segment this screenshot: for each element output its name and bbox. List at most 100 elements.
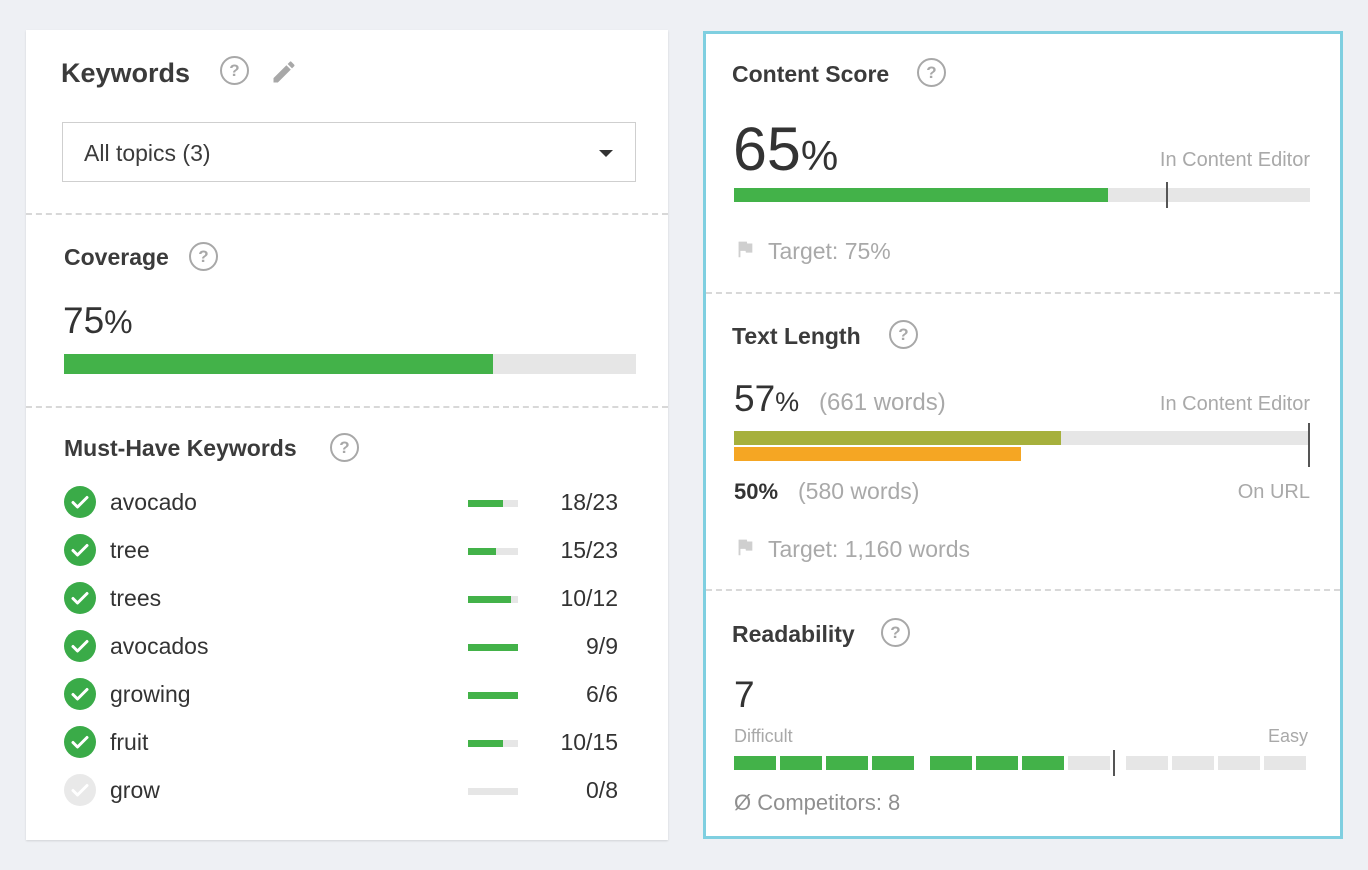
readability-competitors: Ø Competitors: 8 bbox=[734, 790, 901, 815]
check-circle-icon bbox=[64, 582, 96, 614]
keyword-progress-fill bbox=[468, 500, 503, 507]
keyword-progress-bar bbox=[468, 596, 518, 603]
text-length-url-value: 50% bbox=[734, 479, 779, 504]
section-divider bbox=[706, 589, 1340, 591]
text-length-target: Target: 1,160 words bbox=[768, 536, 971, 562]
keyword-label: tree bbox=[110, 537, 150, 563]
readability-segment bbox=[1126, 756, 1168, 770]
readability-segment bbox=[1218, 756, 1260, 770]
keywords-help-icon[interactable]: ? bbox=[220, 56, 249, 85]
keyword-progress-bar bbox=[468, 644, 518, 651]
text-length-caption: In Content Editor bbox=[1159, 393, 1310, 415]
text-length-editor-bar bbox=[734, 431, 1308, 445]
keyword-label: trees bbox=[110, 585, 162, 611]
keyword-label: grow bbox=[110, 777, 160, 803]
must-have-title: Must-Have Keywords bbox=[64, 435, 297, 461]
flag-icon bbox=[734, 238, 756, 265]
keyword-label: avocado bbox=[110, 489, 197, 515]
text-length-words: (661 words) bbox=[819, 389, 946, 416]
keyword-row[interactable]: tree 15/23 bbox=[64, 534, 618, 574]
content-metrics-card: Content Score ? 65% In Content Editor Ta… bbox=[703, 31, 1343, 839]
coverage-bar bbox=[64, 354, 636, 374]
check-circle-icon bbox=[64, 630, 96, 662]
keyword-progress-fill bbox=[468, 596, 511, 603]
readability-segment bbox=[826, 756, 868, 770]
text-length-help-icon[interactable]: ? bbox=[889, 320, 918, 349]
text-length-editor-bar-fill bbox=[734, 431, 1062, 445]
keyword-row[interactable]: avocados 9/9 bbox=[64, 630, 618, 670]
content-score-value: 65% bbox=[733, 115, 839, 183]
keyword-count: 9/9 bbox=[586, 633, 618, 659]
text-length-target-marker bbox=[1308, 423, 1310, 467]
check-circle-icon bbox=[64, 726, 96, 758]
readability-competitor-marker bbox=[1113, 750, 1115, 776]
readability-segment bbox=[780, 756, 822, 770]
content-score-target-marker bbox=[1166, 182, 1168, 208]
check-circle-icon bbox=[64, 486, 96, 518]
keyword-count: 18/23 bbox=[560, 489, 618, 515]
keyword-row[interactable]: avocado 18/23 bbox=[64, 486, 618, 526]
readability-right-label: Easy bbox=[1267, 726, 1308, 746]
keyword-progress-bar bbox=[468, 548, 518, 555]
readability-segment bbox=[1264, 756, 1306, 770]
coverage-title: Coverage bbox=[64, 244, 169, 270]
readability-segment bbox=[976, 756, 1018, 770]
check-circle-icon bbox=[64, 678, 96, 710]
keyword-progress-fill bbox=[468, 692, 518, 699]
readability-segment bbox=[930, 756, 972, 770]
readability-segment bbox=[1022, 756, 1064, 770]
keyword-row[interactable]: trees 10/12 bbox=[64, 582, 618, 622]
keyword-row[interactable]: grow 0/8 bbox=[64, 774, 618, 814]
content-score-title: Content Score bbox=[732, 61, 890, 87]
keywords-card: Keywords ? All topics (3) Coverage ? 75%… bbox=[26, 30, 668, 840]
text-length-url-bar bbox=[734, 447, 1308, 461]
content-score-target: Target: 75% bbox=[768, 238, 891, 264]
topics-dropdown-value: All topics (3) bbox=[84, 140, 211, 166]
keyword-progress-fill bbox=[468, 548, 496, 555]
readability-segment bbox=[1172, 756, 1214, 770]
readability-segment bbox=[872, 756, 914, 770]
readability-segment bbox=[1068, 756, 1110, 770]
readability-segment bbox=[734, 756, 776, 770]
chevron-down-icon bbox=[599, 150, 613, 157]
content-score-help-icon[interactable]: ? bbox=[917, 58, 946, 87]
keyword-label: fruit bbox=[110, 729, 149, 755]
readability-left-label: Difficult bbox=[734, 726, 793, 746]
check-circle-icon bbox=[64, 534, 96, 566]
content-score-bar-fill bbox=[734, 188, 1109, 202]
topics-dropdown[interactable]: All topics (3) bbox=[62, 122, 636, 182]
content-score-caption: In Content Editor bbox=[1159, 149, 1310, 171]
readability-title: Readability bbox=[732, 621, 855, 647]
keywords-title: Keywords bbox=[61, 58, 191, 88]
coverage-help-icon[interactable]: ? bbox=[189, 242, 218, 271]
section-divider bbox=[26, 213, 668, 215]
readability-help-icon[interactable]: ? bbox=[881, 618, 910, 647]
text-length-title: Text Length bbox=[732, 323, 861, 349]
keyword-progress-bar bbox=[468, 788, 518, 795]
keyword-count: 10/12 bbox=[560, 585, 618, 611]
keyword-row[interactable]: fruit 10/15 bbox=[64, 726, 618, 766]
check-circle-icon bbox=[64, 774, 96, 806]
edit-pencil-icon[interactable] bbox=[270, 58, 298, 91]
keyword-label: avocados bbox=[110, 633, 209, 659]
text-length-url-words: (580 words) bbox=[798, 478, 920, 504]
keyword-row[interactable]: growing 6/6 bbox=[64, 678, 618, 718]
must-have-help-icon[interactable]: ? bbox=[330, 433, 359, 462]
keyword-progress-bar bbox=[468, 740, 518, 747]
keyword-label: growing bbox=[110, 681, 191, 707]
keyword-count: 0/8 bbox=[586, 777, 618, 803]
readability-value: 7 bbox=[734, 674, 755, 715]
keyword-count: 15/23 bbox=[560, 537, 618, 563]
keyword-progress-bar bbox=[468, 500, 518, 507]
keyword-progress-fill bbox=[468, 644, 518, 651]
section-divider bbox=[706, 292, 1340, 294]
section-divider bbox=[26, 406, 668, 408]
coverage-value: 75% bbox=[63, 300, 133, 341]
text-length-url-caption: On URL bbox=[1237, 481, 1310, 503]
content-score-bar bbox=[734, 182, 1310, 208]
coverage-bar-fill bbox=[64, 354, 493, 374]
keyword-count: 6/6 bbox=[586, 681, 618, 707]
keyword-progress-bar bbox=[468, 692, 518, 699]
readability-scale bbox=[734, 750, 1310, 776]
flag-icon bbox=[734, 536, 756, 563]
